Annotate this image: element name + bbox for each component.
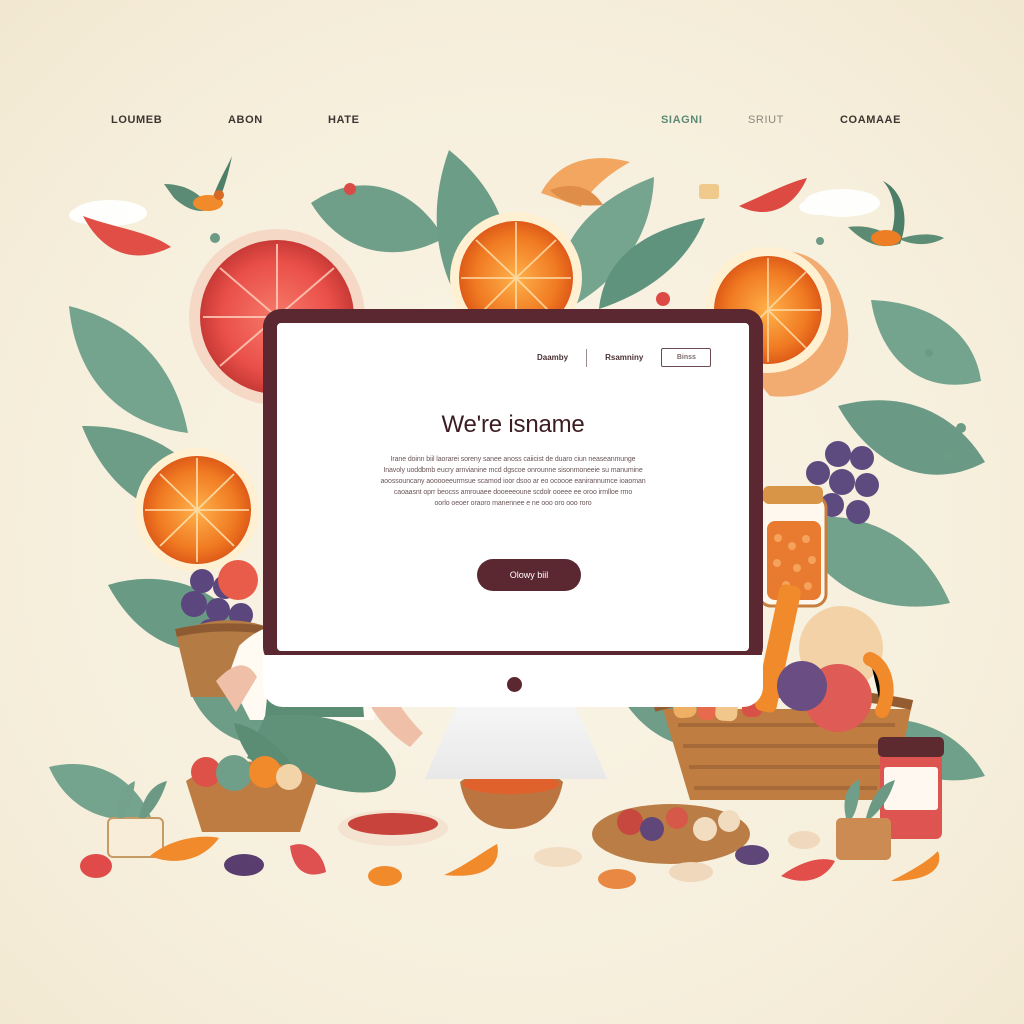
screen-nav-divider (586, 348, 588, 367)
cloud-left-icon (69, 200, 147, 226)
screen-nav-link-daamby[interactable]: Daamby (537, 353, 568, 362)
screen-paragraph-line-3: aoossouncany aooooeeurmsue scamod ioor d… (380, 478, 646, 485)
cloud-right-icon (799, 189, 880, 217)
screen-nav-link-rsamniny[interactable]: Rsamniny (605, 353, 643, 362)
screen-paragraph-line-5: oorlo oeoer oraoro manennee e ne ooo oro… (434, 500, 592, 507)
orange-slice-left-icon (135, 448, 259, 572)
screen-cta-button[interactable]: Olowy biil (477, 559, 581, 591)
landing-page: LOUMEB ABON HATE SIAGNI SRIUT COAMAAE Da… (0, 0, 1024, 1024)
screen-heading: We're isname (441, 411, 585, 438)
bird-left-icon (164, 156, 232, 211)
website-screen: Daamby Rsamniny Binss We're isname Irane… (277, 323, 749, 651)
apple-logo-icon (507, 677, 522, 692)
screen-paragraph: Irane doinn biil laorarei soreny sanee a… (351, 454, 675, 509)
screen-paragraph-line-1: Irane doinn biil laorarei soreny sanee a… (390, 456, 636, 463)
desktop-monitor: Daamby Rsamniny Binss We're isname Irane… (263, 309, 763, 779)
screen-paragraph-line-2: Inavoly uoddbmb eucry arnvianine mcd dgs… (383, 467, 643, 474)
scattered-snack-icons (80, 831, 940, 889)
screen-nav-button[interactable]: Binss (661, 348, 712, 367)
screen-paragraph-line-4: caoaasnt oprr beocss amrouaee dooeeeoune… (393, 489, 633, 496)
screen-navigation: Daamby Rsamniny Binss (537, 348, 712, 367)
